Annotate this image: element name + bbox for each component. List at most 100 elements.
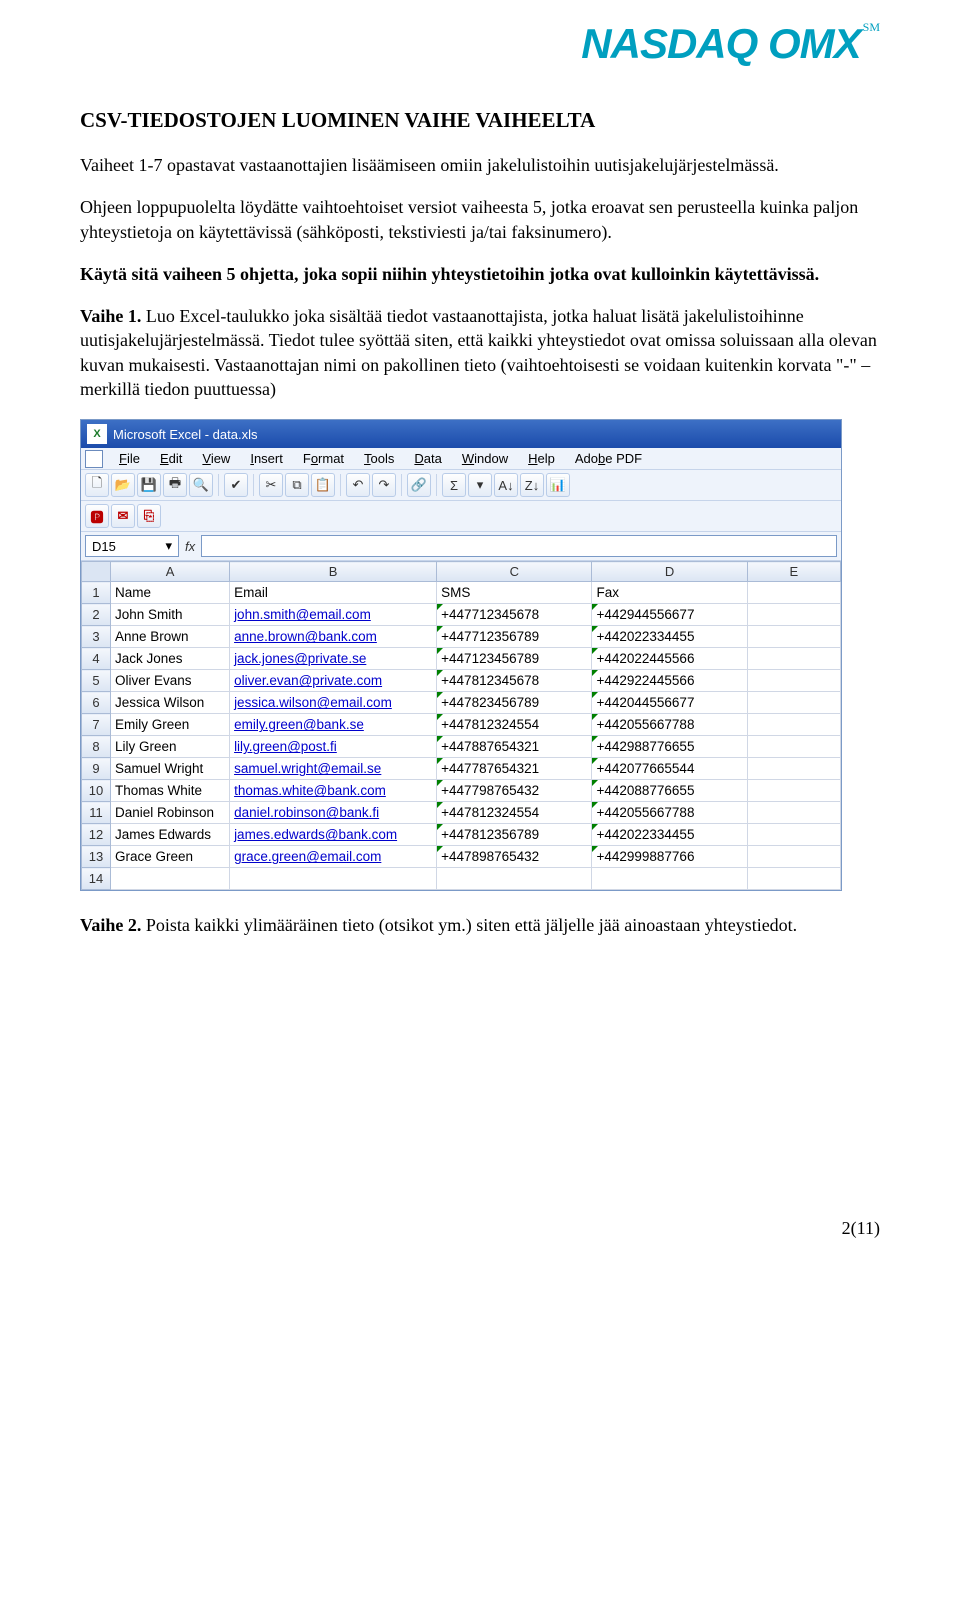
cell[interactable] <box>592 868 747 890</box>
pdf-icon[interactable]: 🅿 <box>85 504 109 528</box>
cell[interactable]: samuel.wright@email.se <box>230 758 437 780</box>
copy-icon[interactable]: ⧉ <box>285 473 309 497</box>
row-head[interactable]: 11 <box>82 802 111 824</box>
cell[interactable]: Grace Green <box>110 846 229 868</box>
cell[interactable]: grace.green@email.com <box>230 846 437 868</box>
cell[interactable]: Thomas White <box>110 780 229 802</box>
redo-icon[interactable]: ↷ <box>372 473 396 497</box>
cell[interactable]: john.smith@email.com <box>230 604 437 626</box>
row-head[interactable]: 8 <box>82 736 111 758</box>
cell[interactable]: jessica.wilson@email.com <box>230 692 437 714</box>
dropdown-icon[interactable]: ▾ <box>468 473 492 497</box>
email-link[interactable]: lily.green@post.fi <box>234 739 337 754</box>
row-head[interactable]: 7 <box>82 714 111 736</box>
cell[interactable]: +442999887766 <box>592 846 747 868</box>
menu-data[interactable]: Data <box>404 448 451 469</box>
cell[interactable]: +442055667788 <box>592 714 747 736</box>
cell[interactable]: +447812356789 <box>437 824 592 846</box>
cell[interactable] <box>747 626 840 648</box>
chart-icon[interactable]: 📊 <box>546 473 570 497</box>
email-link[interactable]: anne.brown@bank.com <box>234 629 377 644</box>
cell[interactable]: +447812324554 <box>437 802 592 824</box>
cell[interactable] <box>747 780 840 802</box>
cell[interactable]: +447812345678 <box>437 670 592 692</box>
cell[interactable] <box>747 802 840 824</box>
cell[interactable]: lily.green@post.fi <box>230 736 437 758</box>
row-head[interactable]: 1 <box>82 582 111 604</box>
cut-icon[interactable]: ✂ <box>259 473 283 497</box>
cell[interactable]: Oliver Evans <box>110 670 229 692</box>
cell[interactable]: +442988776655 <box>592 736 747 758</box>
cell[interactable]: +447712356789 <box>437 626 592 648</box>
cell[interactable]: +447712345678 <box>437 604 592 626</box>
cell[interactable]: +442077665544 <box>592 758 747 780</box>
cell[interactable]: +442055667788 <box>592 802 747 824</box>
cell[interactable]: +442022445566 <box>592 648 747 670</box>
menu-edit[interactable]: Edit <box>150 448 192 469</box>
pdf-review-icon[interactable]: ⎘ <box>137 504 161 528</box>
new-icon[interactable]: 🗋 <box>85 473 109 497</box>
email-link[interactable]: james.edwards@bank.com <box>234 827 397 842</box>
cell[interactable] <box>747 692 840 714</box>
cell[interactable] <box>747 868 840 890</box>
email-link[interactable]: jessica.wilson@email.com <box>234 695 392 710</box>
cell[interactable]: +442088776655 <box>592 780 747 802</box>
open-icon[interactable]: 📂 <box>111 473 135 497</box>
cell[interactable] <box>747 846 840 868</box>
cell[interactable] <box>747 604 840 626</box>
menu-view[interactable]: View <box>192 448 240 469</box>
cell[interactable]: Daniel Robinson <box>110 802 229 824</box>
cell[interactable]: Samuel Wright <box>110 758 229 780</box>
sort-asc-icon[interactable]: A↓ <box>494 473 518 497</box>
cell[interactable]: oliver.evan@private.com <box>230 670 437 692</box>
sum-icon[interactable]: Σ <box>442 473 466 497</box>
cell[interactable]: +447798765432 <box>437 780 592 802</box>
cell[interactable]: emily.green@bank.se <box>230 714 437 736</box>
print-icon[interactable]: 🖶 <box>163 473 187 497</box>
cell[interactable] <box>747 670 840 692</box>
sort-desc-icon[interactable]: Z↓ <box>520 473 544 497</box>
cell[interactable]: +442022334455 <box>592 824 747 846</box>
email-link[interactable]: daniel.robinson@bank.fi <box>234 805 379 820</box>
col-D[interactable]: D <box>592 562 747 582</box>
undo-icon[interactable]: ↶ <box>346 473 370 497</box>
cell[interactable]: anne.brown@bank.com <box>230 626 437 648</box>
menu-format[interactable]: Format <box>293 448 354 469</box>
row-head[interactable]: 5 <box>82 670 111 692</box>
email-link[interactable]: emily.green@bank.se <box>234 717 364 732</box>
cell[interactable]: daniel.robinson@bank.fi <box>230 802 437 824</box>
cell[interactable] <box>747 758 840 780</box>
spell-icon[interactable]: ✔ <box>224 473 248 497</box>
cell[interactable]: John Smith <box>110 604 229 626</box>
row-head[interactable]: 2 <box>82 604 111 626</box>
cell[interactable]: +442044556677 <box>592 692 747 714</box>
link-icon[interactable]: 🔗 <box>407 473 431 497</box>
cell[interactable]: SMS <box>437 582 592 604</box>
cell[interactable] <box>230 868 437 890</box>
cell[interactable]: james.edwards@bank.com <box>230 824 437 846</box>
row-head[interactable]: 4 <box>82 648 111 670</box>
menu-window[interactable]: Window <box>452 448 518 469</box>
cell[interactable]: jack.jones@private.se <box>230 648 437 670</box>
cell[interactable]: Anne Brown <box>110 626 229 648</box>
row-head[interactable]: 9 <box>82 758 111 780</box>
preview-icon[interactable]: 🔍 <box>189 473 213 497</box>
menu-help[interactable]: Help <box>518 448 565 469</box>
cell[interactable]: thomas.white@bank.com <box>230 780 437 802</box>
select-all-corner[interactable] <box>82 562 111 582</box>
row-head[interactable]: 14 <box>82 868 111 890</box>
cell[interactable]: +447123456789 <box>437 648 592 670</box>
cell[interactable]: +442922445566 <box>592 670 747 692</box>
cell[interactable]: Jack Jones <box>110 648 229 670</box>
col-B[interactable]: B <box>230 562 437 582</box>
email-link[interactable]: thomas.white@bank.com <box>234 783 386 798</box>
email-link[interactable]: grace.green@email.com <box>234 849 381 864</box>
row-head[interactable]: 10 <box>82 780 111 802</box>
menu-file[interactable]: File <box>109 448 150 469</box>
menu-insert[interactable]: Insert <box>240 448 293 469</box>
row-head[interactable]: 6 <box>82 692 111 714</box>
cell[interactable] <box>747 736 840 758</box>
pdf-mail-icon[interactable]: ✉ <box>111 504 135 528</box>
email-link[interactable]: oliver.evan@private.com <box>234 673 382 688</box>
cell[interactable]: +447898765432 <box>437 846 592 868</box>
